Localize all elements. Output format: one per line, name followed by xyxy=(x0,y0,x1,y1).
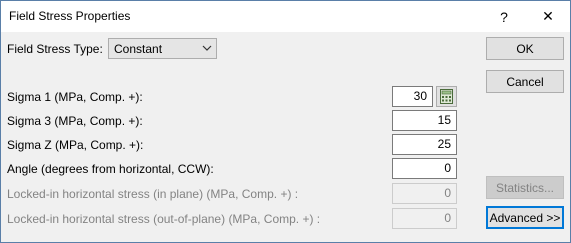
help-button[interactable]: ? xyxy=(488,1,520,32)
advanced-button[interactable]: Advanced >> xyxy=(486,206,564,229)
locked-out-of-plane-label: Locked-in horizontal stress (out-of-plan… xyxy=(7,212,321,226)
calculator-icon xyxy=(440,89,453,104)
cancel-button[interactable]: Cancel xyxy=(486,70,564,93)
title-bar: Field Stress Properties ? ✕ xyxy=(1,1,570,32)
sigmaz-input[interactable]: 25 xyxy=(392,134,457,155)
locked-in-plane-label: Locked-in horizontal stress (in plane) (… xyxy=(7,187,299,201)
field-stress-type-dropdown[interactable]: Constant xyxy=(108,38,217,59)
locked-out-of-plane-input: 0 xyxy=(392,208,457,229)
sigma3-label: Sigma 3 (MPa, Comp. +): xyxy=(7,114,143,128)
chevron-down-icon xyxy=(202,45,212,51)
sigmaz-label: Sigma Z (MPa, Comp. +): xyxy=(7,138,144,152)
close-button[interactable]: ✕ xyxy=(532,1,564,32)
sigma1-input[interactable]: 30 xyxy=(392,86,433,107)
statistics-button: Statistics... xyxy=(486,176,564,199)
sigma1-label: Sigma 1 (MPa, Comp. +): xyxy=(7,90,143,104)
angle-input[interactable]: 0 xyxy=(392,158,457,179)
ok-button[interactable]: OK xyxy=(486,37,564,60)
calculator-button[interactable] xyxy=(436,86,457,107)
locked-in-plane-input: 0 xyxy=(392,183,457,204)
dialog-title: Field Stress Properties xyxy=(9,9,131,23)
angle-label: Angle (degrees from horizontal, CCW): xyxy=(7,162,214,176)
dialog-window: Field Stress Properties ? ✕ Field Stress… xyxy=(0,0,571,243)
sigma3-input[interactable]: 15 xyxy=(392,110,457,131)
field-stress-type-value: Constant xyxy=(114,42,163,56)
field-stress-type-label: Field Stress Type: xyxy=(7,42,103,56)
dialog-content: Field Stress Type: Constant Sigma 1 (MPa… xyxy=(1,32,570,242)
